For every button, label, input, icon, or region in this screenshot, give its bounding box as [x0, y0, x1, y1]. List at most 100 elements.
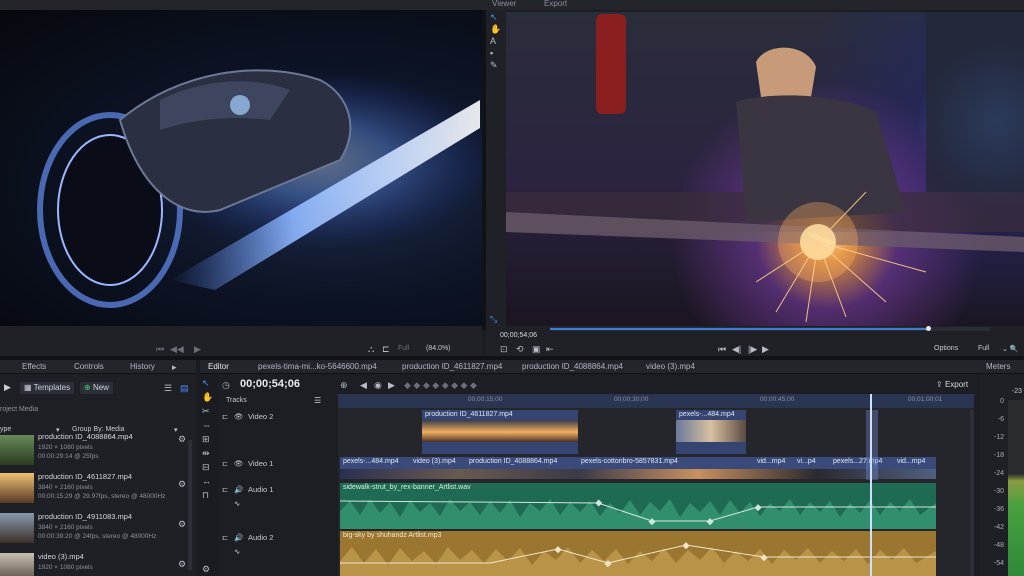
tab-history[interactable]: History	[130, 362, 155, 371]
clip-video2-b[interactable]: pexels-...484.mp4	[676, 410, 746, 454]
step-back-icon[interactable]: ◀|	[732, 344, 741, 354]
snapshot-icon[interactable]: ▣	[532, 344, 541, 354]
keyframe-icon[interactable]: ◆ ◆ ◆ ◆ ◆ ◆ ◆ ◆	[404, 380, 477, 390]
track-link-icon[interactable]: ⊏	[222, 459, 228, 468]
media-item-3[interactable]: production ID_4911083.mp4 3840 × 2160 pi…	[0, 510, 196, 546]
track-name: Video 1	[248, 459, 274, 468]
timeline-settings-icon[interactable]: ⚙	[202, 564, 210, 574]
waveform-toggle-icon[interactable]: ∿	[234, 499, 240, 508]
source-zoom-select[interactable]: Full	[398, 345, 409, 352]
go-start-icon[interactable]: ⏮	[718, 344, 726, 354]
next-edit-icon[interactable]: ▶	[388, 380, 395, 390]
prev-edit-icon[interactable]: ◀	[360, 380, 367, 390]
viewer-toolbar: ↖ ✋ A ▪ ✎ ⤡	[486, 10, 506, 328]
hand-tool-icon[interactable]: ✋	[490, 24, 501, 34]
text-tool-icon[interactable]: A	[490, 36, 496, 46]
program-zoom-chevron-icon[interactable]: ⌄ 🔍	[1002, 345, 1019, 353]
step-forward-icon[interactable]: |▶	[748, 344, 757, 354]
add-marker-icon[interactable]: ⊕	[340, 380, 348, 390]
templates-button[interactable]: ▦ Templates	[20, 382, 75, 394]
loop-icon[interactable]: ⟲	[516, 344, 524, 354]
program-scrubber[interactable]	[550, 326, 990, 331]
grid-view-icon[interactable]: ▤	[180, 383, 189, 393]
clip-thumbnails	[422, 420, 578, 442]
gear-icon[interactable]: ⚙	[178, 519, 186, 530]
eye-icon[interactable]: 👁	[234, 459, 244, 468]
track-select-icon[interactable]: ⊟	[202, 462, 210, 472]
snap-icon[interactable]: ⊓	[202, 490, 209, 500]
razor-icon[interactable]: ✂	[202, 406, 210, 416]
track-name: Audio 2	[248, 533, 274, 542]
panel-forward-icon[interactable]: ▸	[172, 362, 177, 372]
speaker-icon[interactable]: 🔊	[234, 485, 243, 494]
tab-controls[interactable]: Controls	[74, 362, 104, 371]
rate-stretch-icon[interactable]: ↔	[202, 476, 211, 486]
waveform-toggle-icon[interactable]: ∿	[234, 547, 240, 556]
track-video-2: ⊏ 👁 Video 2	[218, 410, 338, 454]
mask-tool-icon[interactable]: ▪	[490, 48, 493, 58]
viewer-tab[interactable]: Viewer	[492, 0, 516, 10]
media-scrollbar[interactable]	[188, 440, 192, 570]
in-point-icon[interactable]: ⊏	[382, 344, 390, 354]
source-zoom-percent[interactable]: (84.0%)	[426, 345, 451, 352]
export-icon: ⇪	[936, 380, 945, 389]
crop-tool-icon[interactable]: ⤡	[490, 314, 497, 324]
media-item-1[interactable]: production ID_4088864.mp4 1920 × 1080 pi…	[0, 432, 196, 468]
timeline-ruler[interactable]: 00;00;15;00 00;00;30;00 00;00;45;00 00;0…	[338, 394, 974, 408]
clip-audio2[interactable]: big-sky by shuhandz Artlist.mp3	[340, 531, 936, 576]
tab-meters[interactable]: Meters	[986, 362, 1010, 371]
gear-icon[interactable]: ⚙	[178, 434, 186, 445]
media-name: production ID_4611827.mp4	[38, 472, 133, 481]
export-button[interactable]: ⇪ Export	[936, 380, 968, 389]
play-icon[interactable]: ▶	[762, 344, 769, 354]
track-link-icon[interactable]: ⊏	[222, 533, 228, 542]
options-menu[interactable]: Options	[934, 345, 958, 352]
play-media-icon[interactable]: ▶	[4, 382, 11, 393]
clip-audio1[interactable]: sidewalk-strut_by_rex-banner_Artlist.wav	[340, 483, 936, 529]
tracks-menu-icon[interactable]: ☰	[314, 396, 321, 405]
source-go-start-icon[interactable]: ⏮	[156, 344, 164, 354]
media-name: production ID_4088864.mp4	[38, 432, 133, 441]
source-controls: ⏮ ◀◀ ▶ ⛬ ⊏ Full (84.0%)	[0, 326, 482, 356]
program-scrubber-handle[interactable]	[926, 326, 932, 331]
track-link-icon[interactable]: ⊏	[222, 412, 228, 421]
marker-icon[interactable]: ⛬	[368, 344, 374, 354]
program-zoom-select[interactable]: Full	[978, 345, 989, 352]
source-play-icon[interactable]: ▶	[194, 344, 201, 354]
new-button[interactable]: ⊕ New	[80, 382, 113, 394]
timeline-select-icon[interactable]: ↖	[202, 378, 210, 388]
snap-toggle-icon[interactable]: ◉	[374, 380, 382, 390]
list-view-icon[interactable]: ☰	[164, 383, 172, 393]
timeline-hand-icon[interactable]: ✋	[202, 392, 213, 402]
media-duration: 00:00:29:14 @ 25fps	[38, 453, 99, 460]
tab-clip-3[interactable]: production ID_4088864.mp4	[522, 362, 623, 371]
roll-icon[interactable]: ⇹	[202, 448, 210, 458]
tab-clip-2[interactable]: production ID_4611827.mp4	[402, 362, 502, 371]
eye-icon[interactable]: 👁	[234, 412, 244, 421]
program-viewer[interactable]	[506, 12, 1024, 326]
playhead[interactable]	[870, 394, 872, 576]
editor-timecode[interactable]: 00;00;54;06	[240, 378, 300, 390]
tab-effects[interactable]: Effects	[22, 362, 46, 371]
source-viewer[interactable]	[0, 10, 482, 326]
tab-editor[interactable]: Editor	[208, 362, 229, 371]
slip-icon[interactable]: ⇔	[202, 420, 211, 430]
ripple-icon[interactable]: ⊞	[202, 434, 210, 444]
gear-icon[interactable]: ⚙	[178, 559, 186, 570]
tab-clip-4[interactable]: video (3).mp4	[646, 362, 695, 371]
back-frame-icon[interactable]: ⇤	[546, 344, 554, 354]
pen-tool-icon[interactable]: ✎	[490, 60, 498, 70]
select-tool-icon[interactable]: ↖	[490, 12, 498, 22]
export-tab[interactable]: Export	[544, 0, 567, 10]
tab-clip-1[interactable]: pexels-tima-mi...ko-5646600.mp4	[258, 362, 377, 371]
source-step-back-icon[interactable]: ◀◀	[170, 344, 184, 354]
media-item-4[interactable]: video (3).mp4 1920 × 1080 pixels ⚙	[0, 550, 196, 576]
track-link-icon[interactable]: ⊏	[222, 485, 228, 494]
speaker-icon[interactable]: 🔊	[234, 533, 243, 542]
timeline-scrollbar[interactable]	[970, 410, 974, 576]
fit-icon[interactable]: ⊡	[500, 344, 508, 354]
media-item-2[interactable]: production ID_4611827.mp4 3840 × 2160 pi…	[0, 470, 196, 506]
clip-video2-a[interactable]: production ID_4611827.mp4	[422, 410, 578, 454]
gear-icon[interactable]: ⚙	[178, 479, 186, 490]
program-timecode: 00;00;54;06	[500, 332, 537, 339]
